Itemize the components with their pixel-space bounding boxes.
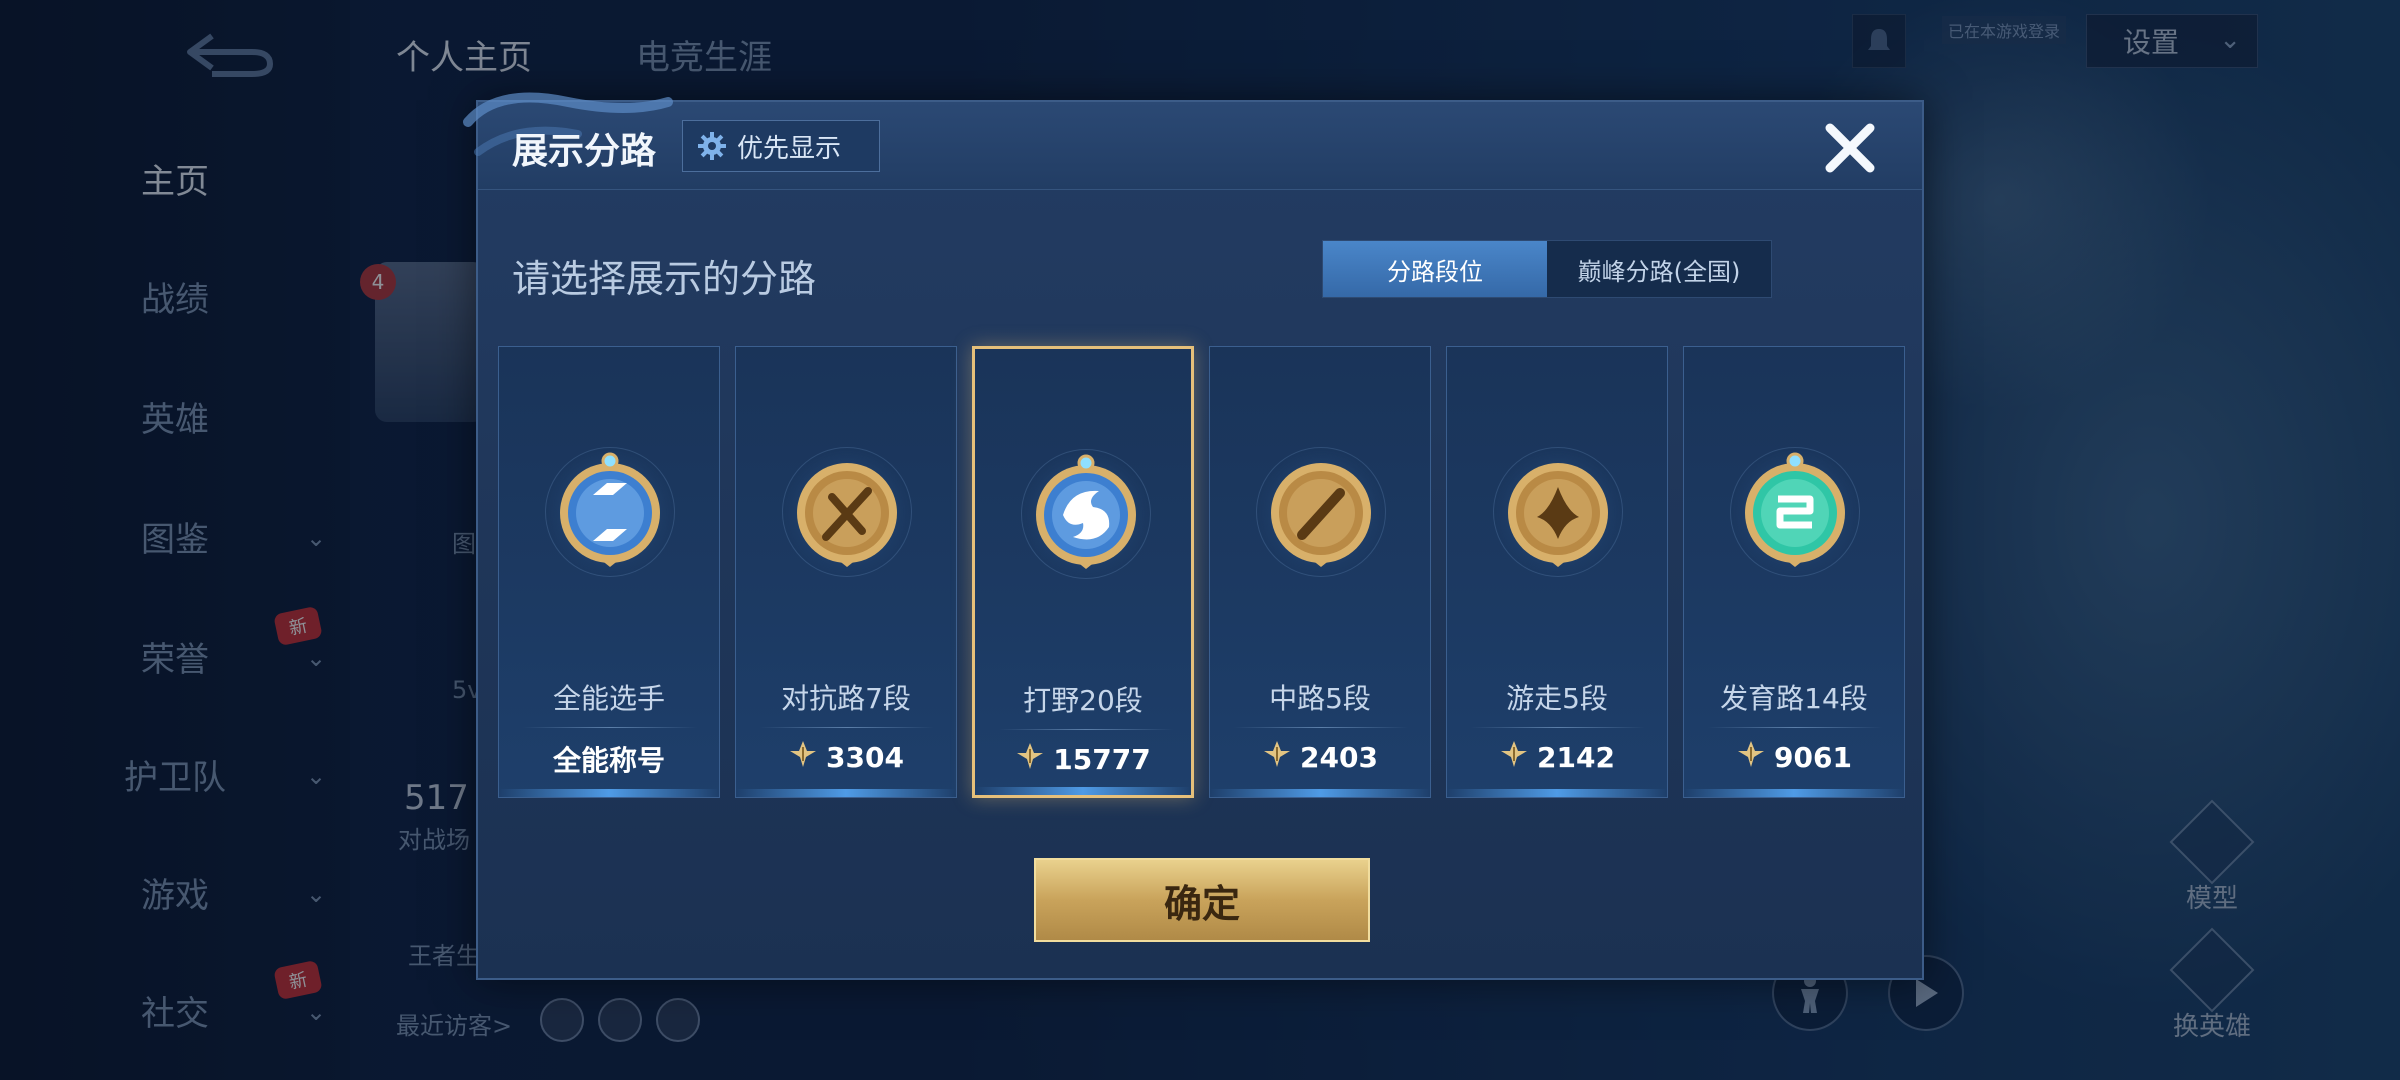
lane-card-value-row: 2403 <box>1210 739 1430 776</box>
lane-card-value: 9061 <box>1774 741 1852 774</box>
toggle-peak-lane-national[interactable]: 巅峰分路(全国) <box>1547 241 1771 297</box>
card-divider <box>523 727 697 728</box>
lane-card-value: 3304 <box>826 741 904 774</box>
lane-points-icon <box>1736 739 1766 776</box>
lane-card-value-row: 全能称号 <box>499 739 719 779</box>
lane-card-label: 游走5段 <box>1506 682 1608 715</box>
close-button[interactable] <box>1818 116 1882 180</box>
card-divider <box>1471 727 1645 728</box>
roam-emblem-icon <box>1493 447 1623 587</box>
farm-lane-emblem-icon <box>1730 447 1860 587</box>
card-divider <box>999 729 1173 730</box>
lane-points-icon <box>1015 741 1045 778</box>
lane-card[interactable]: 对抗路7段 3304 <box>735 346 957 798</box>
lane-card[interactable]: 打野20段 15777 <box>972 346 1194 798</box>
clash-lane-emblem-icon <box>782 447 912 587</box>
lane-card-value: 全能称号 <box>552 744 665 777</box>
card-bottom-glow <box>975 787 1191 795</box>
lane-points-icon <box>1262 739 1292 776</box>
select-lane-prompt: 请选择展示的分路 <box>512 257 817 301</box>
toggle-lane-rank[interactable]: 分路段位 <box>1323 241 1547 297</box>
lane-card-label: 对抗路7段 <box>781 682 911 715</box>
lane-card-label: 全能选手 <box>552 682 665 715</box>
card-bottom-glow <box>1684 789 1904 797</box>
lane-mode-toggle: 分路段位 巅峰分路(全国) <box>1322 240 1772 298</box>
lane-display-dialog: 展示分路 优先显示 请选择展示的分路 分路段位 巅峰分路(全国) 全能选手 全能… <box>463 92 1924 980</box>
jungle-emblem-icon <box>1021 449 1151 589</box>
lane-card-value: 15777 <box>1053 743 1151 776</box>
card-bottom-glow <box>1210 789 1430 797</box>
lane-card-value: 2142 <box>1537 741 1615 774</box>
card-bottom-glow <box>736 789 956 797</box>
dialog-title: 展示分路 <box>512 131 657 172</box>
lane-card[interactable]: 中路5段 2403 <box>1209 346 1431 798</box>
lane-card[interactable]: 发育路14段 9061 <box>1683 346 1905 798</box>
lane-card-value-row: 2142 <box>1447 739 1667 776</box>
card-bottom-glow <box>499 789 719 797</box>
lane-card[interactable]: 游走5段 2142 <box>1446 346 1668 798</box>
priority-display-label: 优先显示 <box>737 133 842 164</box>
lane-points-icon <box>788 739 818 776</box>
lane-card-list: 全能选手 全能称号 对抗路7段 3304 打野20段 15777 中路5段 2403 游走5段 2… <box>498 346 1906 798</box>
lane-points-icon <box>1499 739 1529 776</box>
lane-card-value-row: 9061 <box>1684 739 1904 776</box>
card-divider <box>760 727 934 728</box>
mid-lane-emblem-icon <box>1256 447 1386 587</box>
lane-card-label: 中路5段 <box>1269 682 1371 715</box>
lane-card-value-row: 15777 <box>975 741 1191 778</box>
card-divider <box>1234 727 1408 728</box>
lane-card-label: 打野20段 <box>1023 684 1143 717</box>
priority-display-button[interactable]: 优先显示 <box>682 120 880 172</box>
lane-card-value: 2403 <box>1300 741 1378 774</box>
card-bottom-glow <box>1447 789 1667 797</box>
gear-icon <box>698 132 726 160</box>
lane-card[interactable]: 全能选手 全能称号 <box>498 346 720 798</box>
close-icon <box>1825 123 1875 173</box>
lane-card-label: 发育路14段 <box>1720 682 1868 715</box>
card-divider <box>1708 727 1882 728</box>
dialog-header: 展示分路 优先显示 <box>463 92 1922 190</box>
all-round-emblem-icon <box>545 447 675 587</box>
lane-card-value-row: 3304 <box>736 739 956 776</box>
confirm-button[interactable]: 确定 <box>1034 858 1370 942</box>
